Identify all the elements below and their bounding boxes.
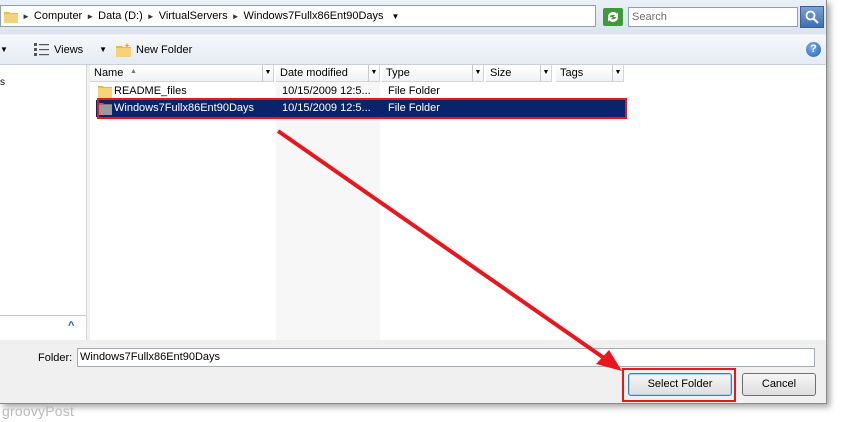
column-date-label: Date modified xyxy=(280,67,348,79)
chevron-right-icon[interactable]: ► xyxy=(22,12,30,21)
cancel-button[interactable]: Cancel xyxy=(742,373,816,396)
nav-partial-text: s xyxy=(0,77,5,88)
column-header-type[interactable]: Type ▼ xyxy=(382,65,484,82)
file-type: File Folder xyxy=(388,85,440,97)
breadcrumb-windows7[interactable]: Windows7Fullx86Ent90Days xyxy=(244,10,384,22)
chevron-down-icon[interactable]: ▼ xyxy=(368,65,379,81)
watermark: groovyPost xyxy=(2,403,75,419)
refresh-icon[interactable] xyxy=(603,8,623,26)
column-header-size[interactable]: Size ▼ xyxy=(486,65,552,82)
search-icon[interactable] xyxy=(800,6,824,28)
column-header-tags[interactable]: Tags ▼ xyxy=(556,65,624,82)
breadcrumb-computer[interactable]: Computer xyxy=(34,10,82,22)
navigation-pane[interactable]: s ^ xyxy=(0,65,87,340)
column-name-label: Name xyxy=(94,67,124,79)
chevron-right-icon[interactable]: ► xyxy=(232,12,240,21)
help-icon[interactable]: ? xyxy=(806,42,821,57)
chevron-right-icon[interactable]: ► xyxy=(147,12,155,21)
highlight-select-folder xyxy=(622,368,736,402)
folder-input[interactable]: Windows7Fullx86Ent90Days xyxy=(77,348,815,367)
file-date: 10/15/2009 12:5... xyxy=(282,85,371,97)
command-toolbar: ▼ Views ▼ New Folder xyxy=(0,35,826,65)
column-tags-label: Tags xyxy=(560,67,584,79)
chevron-down-icon[interactable]: ▼ xyxy=(99,45,107,54)
column-header-date[interactable]: Date modified ▼ xyxy=(276,65,380,82)
sorted-column-shade xyxy=(276,82,380,340)
column-header-name[interactable]: Name ▲ ▼ xyxy=(90,65,274,82)
toolbar-left-chevron[interactable]: ▼ xyxy=(0,35,8,64)
new-folder-icon xyxy=(116,42,131,57)
scroll-up-icon[interactable]: ^ xyxy=(68,320,74,332)
folder-icon xyxy=(98,86,112,98)
sort-ascending-icon: ▲ xyxy=(130,68,137,75)
chevron-down-icon[interactable]: ▼ xyxy=(472,65,483,81)
breadcrumb-data-drive[interactable]: Data (D:) xyxy=(98,10,143,22)
views-icon xyxy=(34,43,49,56)
address-bar[interactable]: ► Computer ► Data (D:) ► VirtualServers … xyxy=(0,5,596,27)
breadcrumb-virtualservers[interactable]: VirtualServers xyxy=(159,10,228,22)
nav-divider xyxy=(0,315,86,316)
chevron-down-icon[interactable]: ▼ xyxy=(262,65,273,81)
select-folder-dialog: ► Computer ► Data (D:) ► VirtualServers … xyxy=(0,0,827,404)
folder-label: Folder: xyxy=(38,352,73,364)
views-button[interactable]: Views ▼ xyxy=(34,35,107,64)
highlight-selected-row xyxy=(97,98,627,119)
new-folder-button[interactable]: New Folder xyxy=(116,35,192,64)
chevron-down-icon[interactable]: ▼ xyxy=(540,65,551,81)
column-type-label: Type xyxy=(386,67,410,79)
chevron-right-icon[interactable]: ► xyxy=(86,12,94,21)
column-size-label: Size xyxy=(490,67,512,79)
new-folder-label: New Folder xyxy=(136,43,193,56)
search-input[interactable]: Search xyxy=(628,7,798,27)
file-name: README_files xyxy=(114,85,187,97)
address-row: ► Computer ► Data (D:) ► VirtualServers … xyxy=(0,0,826,34)
chevron-down-icon[interactable]: ▼ xyxy=(392,12,400,21)
views-label: Views xyxy=(54,43,84,56)
folder-icon xyxy=(4,11,18,23)
chevron-down-icon[interactable]: ▼ xyxy=(612,65,623,81)
